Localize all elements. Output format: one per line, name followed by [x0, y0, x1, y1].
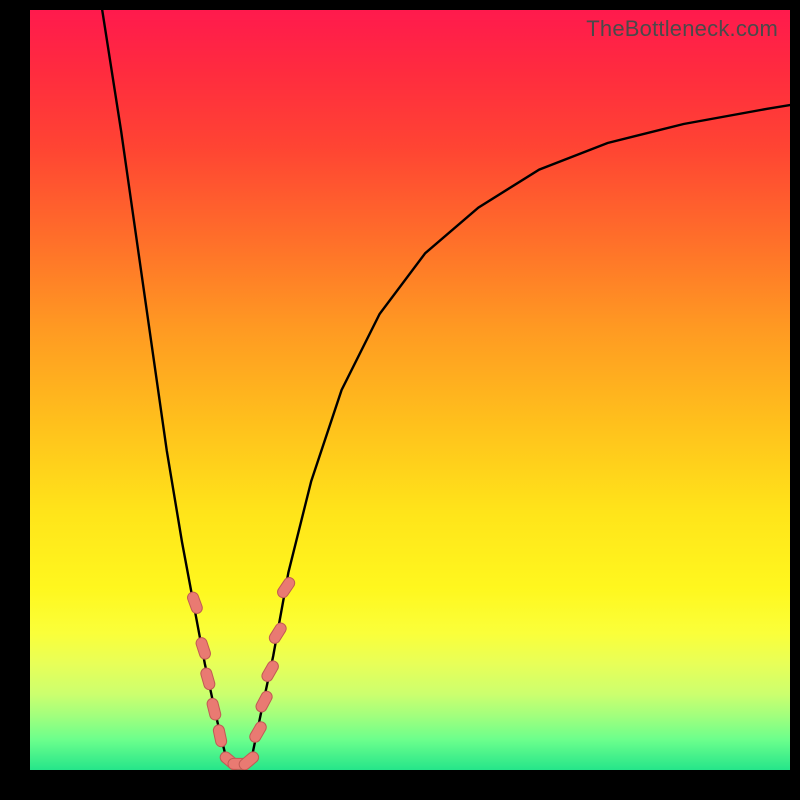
curve-marker: [267, 621, 288, 645]
chart-frame: TheBottleneck.com: [0, 0, 800, 800]
curve-layer: [30, 10, 790, 770]
curve-marker: [275, 575, 296, 599]
curve-marker: [200, 667, 217, 691]
plot-area: TheBottleneck.com: [30, 10, 790, 770]
curve-marker: [206, 697, 222, 721]
curve-right-branch: [250, 105, 790, 764]
curve-marker: [186, 591, 204, 615]
curve-marker: [195, 636, 212, 660]
curve-marker: [260, 659, 281, 684]
curve-marker: [254, 689, 274, 714]
curve-marker: [212, 724, 227, 748]
curve-marker: [248, 720, 269, 745]
